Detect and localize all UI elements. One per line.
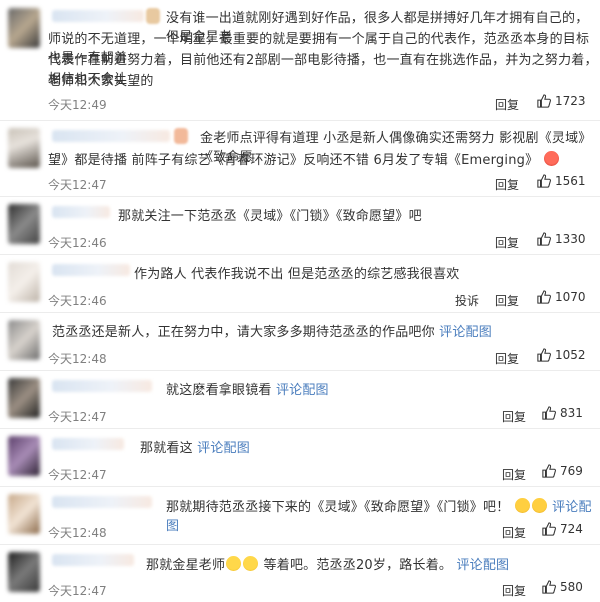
like-button[interactable]: 1330 [537,232,586,246]
comment-text-line: 等着吧。范丞丞20岁，路长着。 [263,558,453,573]
timestamp: 今天12:48 [48,526,107,540]
comment-item: 那就金星老师 等着吧。范丞丞20岁，路长着。 评论配图 今天12:47 回复 5… [0,544,600,602]
comment-item: 那就看这 评论配图 今天12:47 回复 769 [0,428,600,487]
username[interactable] [52,206,110,218]
reply-button[interactable]: 回复 [502,524,526,541]
thumbs-up-icon [542,464,556,478]
timestamp: 今天12:46 [48,294,107,308]
comment-text: 作为路人 代表作我说不出 但是范丞丞的综艺感我很喜欢 [134,267,460,282]
comment-item: 金老师点评得有道理 小丞是新人偶像确实还需努力 影视剧《灵域》《致命愿 望》都是… [0,120,600,197]
avatar[interactable] [8,494,40,534]
comment-image-link[interactable]: 评论配图 [456,558,509,573]
like-button[interactable]: 724 [542,522,583,536]
username[interactable] [52,438,124,450]
comment-item: 那就期待范丞丞接下来的《灵域》《致命愿望》《门锁》吧！ 评论配图 今天12:48… [0,486,600,545]
avatar[interactable] [8,262,40,302]
reply-button[interactable]: 回复 [502,408,526,425]
like-button[interactable]: 1723 [537,94,586,108]
comment-text-line: 那就期待范丞丞接下来的《灵域》《致命愿望》《门锁》吧！ [166,500,510,515]
comment-text: 老师和大家失望的 [48,74,154,89]
avatar[interactable] [8,204,40,244]
comment-item: 那就关注一下范丞丞《灵域》《门锁》《致命愿望》吧 今天12:46 回复 1330 [0,196,600,255]
comment-text: 那就期待范丞丞接下来的《灵域》《致命愿望》《门锁》吧！ 评论配图 [166,498,600,536]
comment-text-line: 那就看这 [140,441,193,456]
user-badge-icon [174,128,188,144]
comment-item: 作为路人 代表作我说不出 但是范丞丞的综艺感我很喜欢 今天12:46 投诉 回复… [0,254,600,313]
comment-text-line: 望》都是待播 前阵子有综艺《青春环游记》反响还不错 6月发了专辑《Emergin… [48,153,539,168]
like-button[interactable]: 580 [542,580,583,594]
emoji-icon [543,151,559,166]
reply-button[interactable]: 回复 [495,350,519,367]
like-count: 1070 [555,290,586,304]
comment-text: 那就金星老师 等着吧。范丞丞20岁，路长着。 评论配图 [146,556,509,576]
timestamp: 今天12:48 [48,352,107,366]
like-button[interactable]: 1052 [537,348,586,362]
avatar[interactable] [8,8,40,48]
reply-button[interactable]: 回复 [502,466,526,483]
like-button[interactable]: 1070 [537,290,586,304]
reply-button[interactable]: 回复 [495,96,519,113]
thumbs-up-icon [537,348,551,362]
thumbs-up-icon [537,232,551,246]
like-count: 769 [560,464,583,478]
comment-text: 望》都是待播 前阵子有综艺《青春环游记》反响还不错 6月发了专辑《Emergin… [48,151,560,171]
thumbs-up-icon [537,174,551,188]
username[interactable] [52,380,152,392]
like-count: 1723 [555,94,586,108]
reply-button[interactable]: 回复 [495,292,519,309]
comment-image-link[interactable]: 评论配图 [276,383,329,398]
laughing-emoji-icon [243,556,259,571]
crying-emoji-icon [531,498,547,513]
laughing-emoji-icon [226,556,242,571]
timestamp: 今天12:47 [48,410,107,424]
username[interactable] [52,496,152,508]
thumbs-up-icon [537,290,551,304]
comment-item: 没有谁一出道就刚好遇到好作品，很多人都是拼搏好几年才拥有自己的，但是金星老 师说… [0,0,600,121]
reply-button[interactable]: 回复 [502,582,526,599]
username[interactable] [52,130,170,142]
timestamp: 今天12:46 [48,236,107,250]
username[interactable] [52,264,130,276]
like-button[interactable]: 831 [542,406,583,420]
thumbs-up-icon [542,406,556,420]
comment-text: 那就关注一下范丞丞《灵域》《门锁》《致命愿望》吧 [118,209,422,224]
reply-button[interactable]: 回复 [495,234,519,251]
like-count: 724 [560,522,583,536]
comment-text-line: 范丞丞还是新人，正在努力中，请大家多多期待范丞丞的作品吧你 [52,325,435,340]
like-count: 1330 [555,232,586,246]
like-count: 1052 [555,348,586,362]
timestamp: 今天12:47 [48,584,107,598]
like-count: 831 [560,406,583,420]
avatar[interactable] [8,436,40,476]
like-button[interactable]: 1561 [537,174,586,188]
avatar[interactable] [8,128,40,168]
like-count: 580 [560,580,583,594]
timestamp: 今天12:49 [48,98,107,112]
avatar[interactable] [8,552,40,592]
comment-text-line: 就这麽看拿眼镜看 [166,383,272,398]
thumbs-up-icon [542,580,556,594]
user-badge-icon [146,8,160,24]
reply-button[interactable]: 回复 [495,176,519,193]
like-button[interactable]: 769 [542,464,583,478]
avatar[interactable] [8,378,40,418]
comment-text: 就这麽看拿眼镜看 评论配图 [166,382,329,401]
thumbs-up-icon [537,94,551,108]
report-button[interactable]: 投诉 [455,292,479,309]
thumbs-up-icon [542,522,556,536]
timestamp: 今天12:47 [48,178,107,192]
comment-text: 范丞丞还是新人，正在努力中，请大家多多期待范丞丞的作品吧你 评论配图 [52,324,492,343]
comment-image-link[interactable]: 评论配图 [197,441,250,456]
timestamp: 今天12:47 [48,468,107,482]
avatar[interactable] [8,320,40,360]
comment-text: 那就看这 评论配图 [140,440,250,459]
comment-image-link[interactable]: 评论配图 [439,325,492,340]
username[interactable] [52,554,134,566]
comment-text-line: 那就金星老师 [146,558,226,573]
comment-item: 范丞丞还是新人，正在努力中，请大家多多期待范丞丞的作品吧你 评论配图 今天12:… [0,312,600,371]
comment-item: 就这麽看拿眼镜看 评论配图 今天12:47 回复 831 [0,370,600,429]
like-count: 1561 [555,174,586,188]
crying-emoji-icon [514,498,530,513]
username[interactable] [52,10,144,22]
